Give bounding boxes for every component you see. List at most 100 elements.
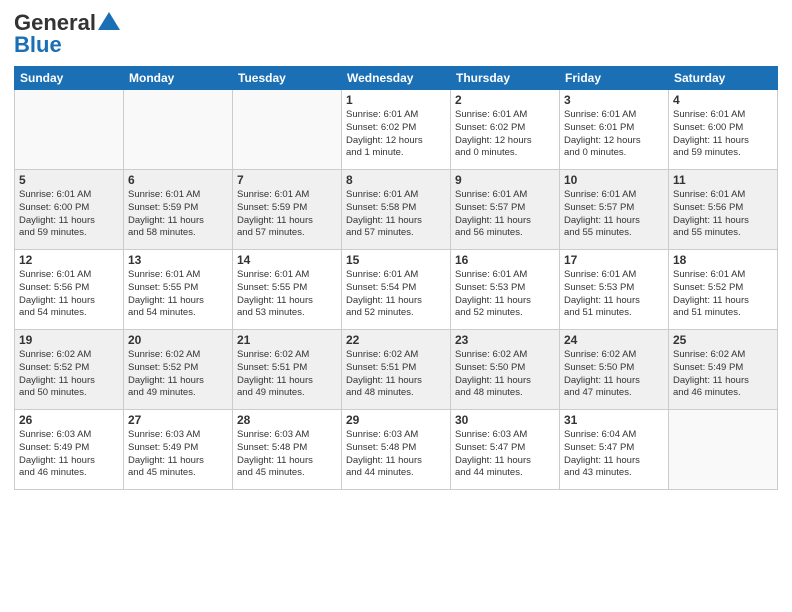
calendar-cell: 9 Sunrise: 6:01 AM Sunset: 5:57 PM Daylig… xyxy=(451,170,560,250)
calendar-header-row: SundayMondayTuesdayWednesdayThursdayFrid… xyxy=(15,67,778,90)
weekday-header-friday: Friday xyxy=(560,67,669,90)
day-info: Sunrise: 6:03 AM Sunset: 5:48 PM Dayligh… xyxy=(237,429,337,480)
calendar-cell: 23Sunrise: 6:02 AM Sunset: 5:50 PM Dayli… xyxy=(451,330,560,410)
day-info: Sunrise: 6:01 AM Sunset: 6:00 PM Dayligh… xyxy=(673,109,773,160)
day-info: Sunrise: 6:01 AM Sunset: 5:53 PM Dayligh… xyxy=(455,269,555,320)
day-info: Sunrise: 6:01 AM Sunset: 5:54 PM Dayligh… xyxy=(346,269,446,320)
calendar-cell: 6Sunrise: 6:01 AM Sunset: 5:59 PM Daylig… xyxy=(124,170,233,250)
day-info: Sunrise: 6:03 AM Sunset: 5:47 PM Dayligh… xyxy=(455,429,555,480)
weekday-header-saturday: Saturday xyxy=(669,67,778,90)
calendar-cell: 16 Sunrise: 6:01 AM Sunset: 5:53 PM Dayli… xyxy=(451,250,560,330)
day-number: 20 xyxy=(128,333,228,347)
day-info: Sunrise: 6:03 AM Sunset: 5:49 PM Dayligh… xyxy=(128,429,228,480)
day-number: 19 xyxy=(19,333,119,347)
day-info: Sunrise: 6:01 AM Sunset: 5:52 PM Dayligh… xyxy=(673,269,773,320)
day-number: 2 xyxy=(455,93,555,107)
day-info: Sunrise: 6:01 AM Sunset: 6:02 PM Dayligh… xyxy=(346,109,446,160)
day-number: 17 xyxy=(564,253,664,267)
weekday-header-sunday: Sunday xyxy=(15,67,124,90)
logo-icon xyxy=(98,12,120,30)
day-number: 5 xyxy=(19,173,119,187)
day-number: 30 xyxy=(455,413,555,427)
calendar-cell: 27 Sunrise: 6:03 AM Sunset: 5:49 PM Dayli… xyxy=(124,410,233,490)
day-number: 23 xyxy=(455,333,555,347)
calendar-cell: 28Sunrise: 6:03 AM Sunset: 5:48 PM Dayli… xyxy=(233,410,342,490)
day-number: 21 xyxy=(237,333,337,347)
calendar-cell: 4Sunrise: 6:01 AM Sunset: 6:00 PM Daylig… xyxy=(669,90,778,170)
calendar-cell: 21 Sunrise: 6:02 AM Sunset: 5:51 PM Dayli… xyxy=(233,330,342,410)
calendar-cell: 18 Sunrise: 6:01 AM Sunset: 5:52 PM Dayli… xyxy=(669,250,778,330)
day-number: 11 xyxy=(673,173,773,187)
day-info: Sunrise: 6:01 AM Sunset: 5:57 PM Dayligh… xyxy=(564,189,664,240)
calendar-cell: 25Sunrise: 6:02 AM Sunset: 5:49 PM Dayli… xyxy=(669,330,778,410)
calendar-cell: 29 Sunrise: 6:03 AM Sunset: 5:48 PM Dayli… xyxy=(342,410,451,490)
calendar: SundayMondayTuesdayWednesdayThursdayFrid… xyxy=(14,66,778,490)
day-info: Sunrise: 6:01 AM Sunset: 5:59 PM Dayligh… xyxy=(237,189,337,240)
day-info: Sunrise: 6:02 AM Sunset: 5:51 PM Dayligh… xyxy=(237,349,337,400)
day-info: Sunrise: 6:04 AM Sunset: 5:47 PM Dayligh… xyxy=(564,429,664,480)
day-number: 9 xyxy=(455,173,555,187)
calendar-cell: 10 Sunrise: 6:01 AM Sunset: 5:57 PM Dayli… xyxy=(560,170,669,250)
calendar-cell: 19 Sunrise: 6:02 AM Sunset: 5:52 PM Dayli… xyxy=(15,330,124,410)
calendar-week-4: 19 Sunrise: 6:02 AM Sunset: 5:52 PM Dayli… xyxy=(15,330,778,410)
calendar-cell: 14 Sunrise: 6:01 AM Sunset: 5:55 PM Dayli… xyxy=(233,250,342,330)
calendar-cell xyxy=(669,410,778,490)
day-number: 3 xyxy=(564,93,664,107)
calendar-cell xyxy=(15,90,124,170)
day-info: Sunrise: 6:01 AM Sunset: 5:56 PM Dayligh… xyxy=(19,269,119,320)
calendar-cell xyxy=(124,90,233,170)
calendar-cell: 20 Sunrise: 6:02 AM Sunset: 5:52 PM Dayli… xyxy=(124,330,233,410)
calendar-week-3: 12 Sunrise: 6:01 AM Sunset: 5:56 PM Dayli… xyxy=(15,250,778,330)
day-info: Sunrise: 6:01 AM Sunset: 5:55 PM Dayligh… xyxy=(128,269,228,320)
calendar-cell xyxy=(233,90,342,170)
day-info: Sunrise: 6:01 AM Sunset: 5:56 PM Dayligh… xyxy=(673,189,773,240)
weekday-header-thursday: Thursday xyxy=(451,67,560,90)
day-number: 7 xyxy=(237,173,337,187)
day-number: 12 xyxy=(19,253,119,267)
calendar-cell: 3 Sunrise: 6:01 AM Sunset: 6:01 PM Daylig… xyxy=(560,90,669,170)
calendar-cell: 24 Sunrise: 6:02 AM Sunset: 5:50 PM Dayli… xyxy=(560,330,669,410)
day-number: 16 xyxy=(455,253,555,267)
day-info: Sunrise: 6:01 AM Sunset: 6:00 PM Dayligh… xyxy=(19,189,119,240)
calendar-cell: 26 Sunrise: 6:03 AM Sunset: 5:49 PM Dayli… xyxy=(15,410,124,490)
calendar-cell: 5 Sunrise: 6:01 AM Sunset: 6:00 PM Daylig… xyxy=(15,170,124,250)
day-info: Sunrise: 6:01 AM Sunset: 6:02 PM Dayligh… xyxy=(455,109,555,160)
day-number: 8 xyxy=(346,173,446,187)
day-info: Sunrise: 6:01 AM Sunset: 5:57 PM Dayligh… xyxy=(455,189,555,240)
calendar-cell: 8Sunrise: 6:01 AM Sunset: 5:58 PM Daylig… xyxy=(342,170,451,250)
day-number: 18 xyxy=(673,253,773,267)
day-number: 6 xyxy=(128,173,228,187)
day-number: 25 xyxy=(673,333,773,347)
day-number: 14 xyxy=(237,253,337,267)
weekday-header-monday: Monday xyxy=(124,67,233,90)
day-info: Sunrise: 6:01 AM Sunset: 5:53 PM Dayligh… xyxy=(564,269,664,320)
day-number: 26 xyxy=(19,413,119,427)
calendar-cell: 17 Sunrise: 6:01 AM Sunset: 5:53 PM Dayli… xyxy=(560,250,669,330)
calendar-cell: 7 Sunrise: 6:01 AM Sunset: 5:59 PM Daylig… xyxy=(233,170,342,250)
calendar-cell: 2 Sunrise: 6:01 AM Sunset: 6:02 PM Daylig… xyxy=(451,90,560,170)
calendar-week-5: 26 Sunrise: 6:03 AM Sunset: 5:49 PM Dayli… xyxy=(15,410,778,490)
day-number: 13 xyxy=(128,253,228,267)
logo: General Blue xyxy=(14,10,120,58)
day-info: Sunrise: 6:02 AM Sunset: 5:52 PM Dayligh… xyxy=(19,349,119,400)
day-number: 27 xyxy=(128,413,228,427)
day-number: 22 xyxy=(346,333,446,347)
calendar-cell: 1Sunrise: 6:01 AM Sunset: 6:02 PM Daylig… xyxy=(342,90,451,170)
day-info: Sunrise: 6:01 AM Sunset: 5:55 PM Dayligh… xyxy=(237,269,337,320)
weekday-header-wednesday: Wednesday xyxy=(342,67,451,90)
calendar-cell: 12 Sunrise: 6:01 AM Sunset: 5:56 PM Dayli… xyxy=(15,250,124,330)
day-info: Sunrise: 6:02 AM Sunset: 5:52 PM Dayligh… xyxy=(128,349,228,400)
day-number: 15 xyxy=(346,253,446,267)
day-number: 10 xyxy=(564,173,664,187)
calendar-cell: 22Sunrise: 6:02 AM Sunset: 5:51 PM Dayli… xyxy=(342,330,451,410)
day-info: Sunrise: 6:03 AM Sunset: 5:48 PM Dayligh… xyxy=(346,429,446,480)
page-header: General Blue xyxy=(14,10,778,58)
calendar-cell: 31Sunrise: 6:04 AM Sunset: 5:47 PM Dayli… xyxy=(560,410,669,490)
day-info: Sunrise: 6:03 AM Sunset: 5:49 PM Dayligh… xyxy=(19,429,119,480)
logo-blue: Blue xyxy=(14,32,62,58)
day-number: 29 xyxy=(346,413,446,427)
day-info: Sunrise: 6:01 AM Sunset: 6:01 PM Dayligh… xyxy=(564,109,664,160)
calendar-week-1: 1Sunrise: 6:01 AM Sunset: 6:02 PM Daylig… xyxy=(15,90,778,170)
day-info: Sunrise: 6:02 AM Sunset: 5:50 PM Dayligh… xyxy=(564,349,664,400)
day-number: 24 xyxy=(564,333,664,347)
